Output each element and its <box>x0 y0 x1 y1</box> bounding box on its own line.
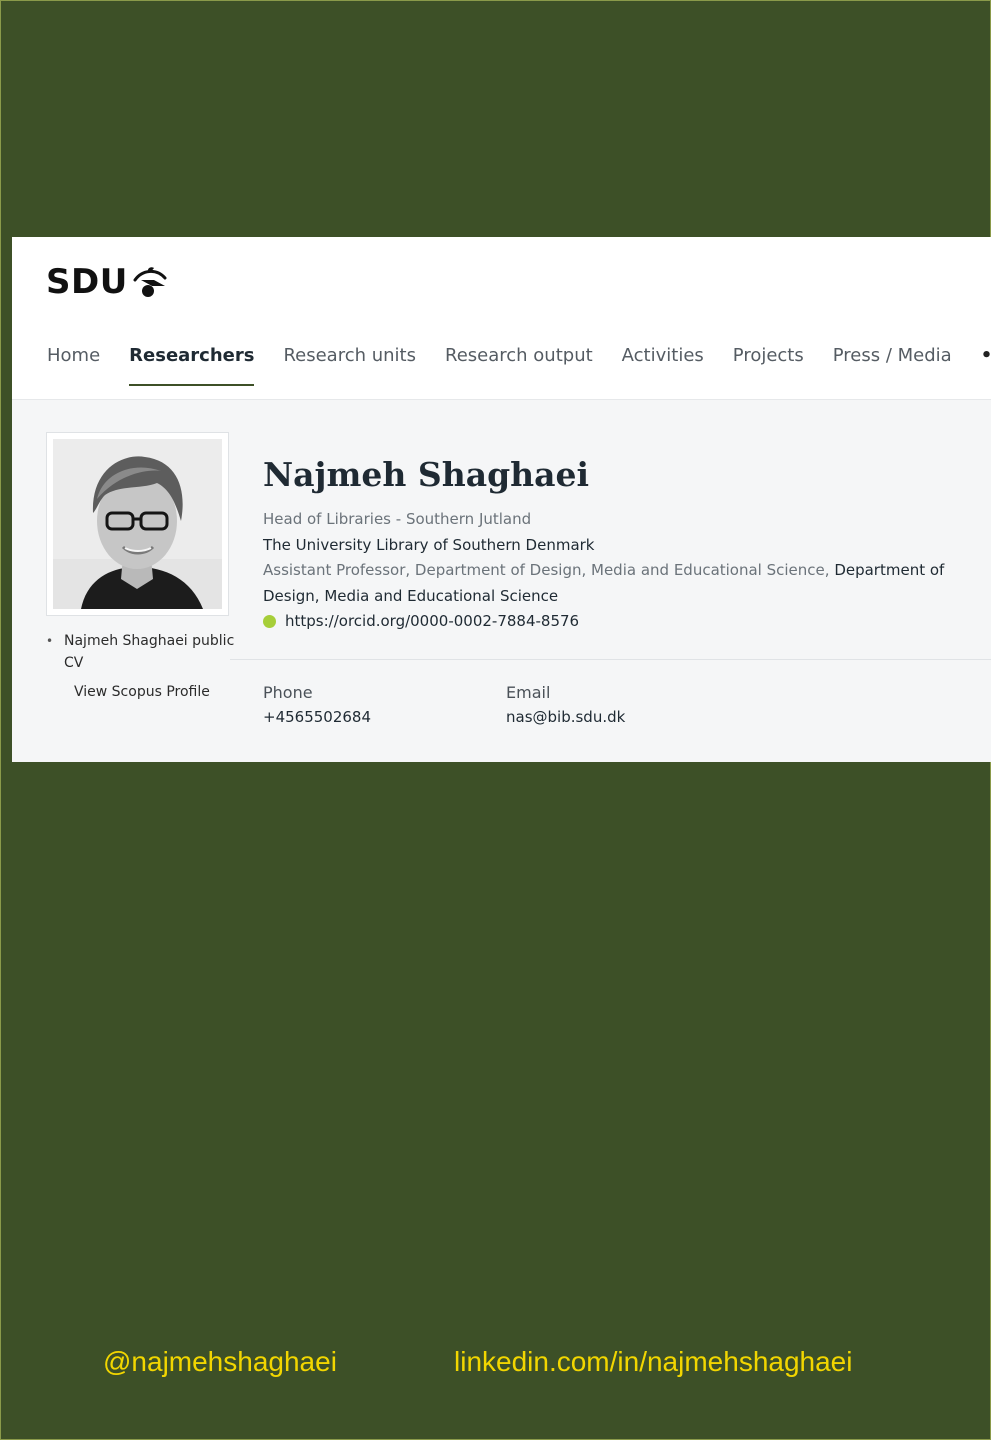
nav-research-units[interactable]: Research units <box>283 345 416 384</box>
position-department-line2[interactable]: Design, Media and Educational Science <box>263 584 983 610</box>
public-cv-link[interactable]: • Najmeh Shaghaei public CV <box>46 630 236 674</box>
profile-info: Head of Libraries - Southern Jutland The… <box>263 507 983 635</box>
sdu-leaf-icon <box>133 267 167 297</box>
orcid-url: https://orcid.org/0000-0002-7884-8576 <box>285 612 580 630</box>
site-header: SDU Home Researchers Research units Rese… <box>12 237 991 400</box>
position-prefix: Assistant Professor, Department of Desig… <box>263 561 835 579</box>
profile-photo-frame <box>46 432 229 616</box>
linkedin-url: linkedin.com/in/najmehshaghaei <box>454 1346 853 1377</box>
nav-more-button[interactable]: ••• <box>981 345 991 384</box>
profile-content: • Najmeh Shaghaei public CV View Scopus … <box>12 400 991 762</box>
orcid-icon <box>263 615 276 629</box>
email-block: Email nas@bib.sdu.dk <box>506 683 625 726</box>
profile-screenshot: SDU Home Researchers Research units Rese… <box>12 237 991 762</box>
portrait-image <box>53 439 222 609</box>
nav-projects[interactable]: Projects <box>733 345 804 384</box>
profile-photo <box>53 439 222 609</box>
social-handle: @najmehshaghaei <box>103 1346 337 1377</box>
orcid-link[interactable]: https://orcid.org/0000-0002-7884-8576 <box>263 609 983 635</box>
phone-block: Phone +4565502684 <box>263 683 371 726</box>
contact-divider <box>230 659 991 660</box>
side-links: • Najmeh Shaghaei public CV View Scopus … <box>46 630 236 700</box>
main-nav: Home Researchers Research units Research… <box>47 345 991 386</box>
logo-text: SDU <box>46 262 128 302</box>
bullet-icon: • <box>46 634 54 648</box>
sdu-logo[interactable]: SDU <box>46 262 168 302</box>
scopus-profile-link[interactable]: View Scopus Profile <box>74 684 236 700</box>
nav-home[interactable]: Home <box>47 345 100 384</box>
profile-organization[interactable]: The University Library of Southern Denma… <box>263 533 983 559</box>
phone-value[interactable]: +4565502684 <box>263 708 371 726</box>
nav-activities[interactable]: Activities <box>622 345 704 384</box>
nav-press-media[interactable]: Press / Media <box>833 345 952 384</box>
social-footer: @najmehshaghaei linkedin.com/in/najmehsh… <box>0 1346 991 1386</box>
public-cv-label: Najmeh Shaghaei public CV <box>64 633 235 671</box>
nav-researchers[interactable]: Researchers <box>129 345 255 386</box>
position-department-link[interactable]: Department of <box>834 561 944 579</box>
profile-position: Assistant Professor, Department of Desig… <box>263 558 983 584</box>
profile-title: Head of Libraries - Southern Jutland <box>263 510 532 528</box>
nav-research-output[interactable]: Research output <box>445 345 593 384</box>
email-value[interactable]: nas@bib.sdu.dk <box>506 708 625 726</box>
profile-name: Najmeh Shaghaei <box>263 455 590 494</box>
phone-label: Phone <box>263 683 313 702</box>
email-label: Email <box>506 683 551 702</box>
